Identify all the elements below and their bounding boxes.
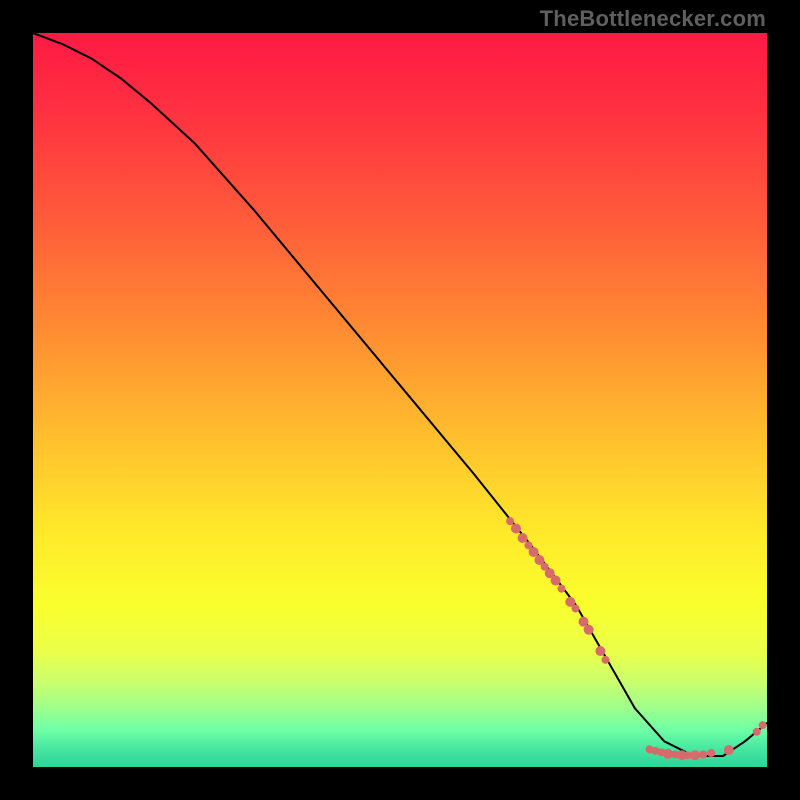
bottleneck-plot bbox=[33, 33, 767, 767]
data-point bbox=[753, 728, 761, 736]
data-point bbox=[690, 750, 700, 760]
data-point bbox=[518, 533, 528, 543]
data-point bbox=[707, 749, 715, 757]
data-point bbox=[595, 646, 605, 656]
gradient-background bbox=[33, 33, 767, 767]
data-point bbox=[511, 523, 521, 533]
chart-container: TheBottlenecker.com bbox=[0, 0, 800, 800]
data-point bbox=[699, 751, 707, 759]
data-point bbox=[551, 576, 561, 586]
data-point bbox=[571, 604, 579, 612]
watermark-text: TheBottlenecker.com bbox=[540, 6, 766, 32]
data-point bbox=[557, 585, 565, 593]
data-point bbox=[506, 517, 514, 525]
data-point bbox=[529, 547, 539, 557]
data-point bbox=[724, 745, 734, 755]
data-point bbox=[602, 656, 610, 664]
data-point bbox=[584, 625, 594, 635]
data-point bbox=[759, 721, 767, 729]
